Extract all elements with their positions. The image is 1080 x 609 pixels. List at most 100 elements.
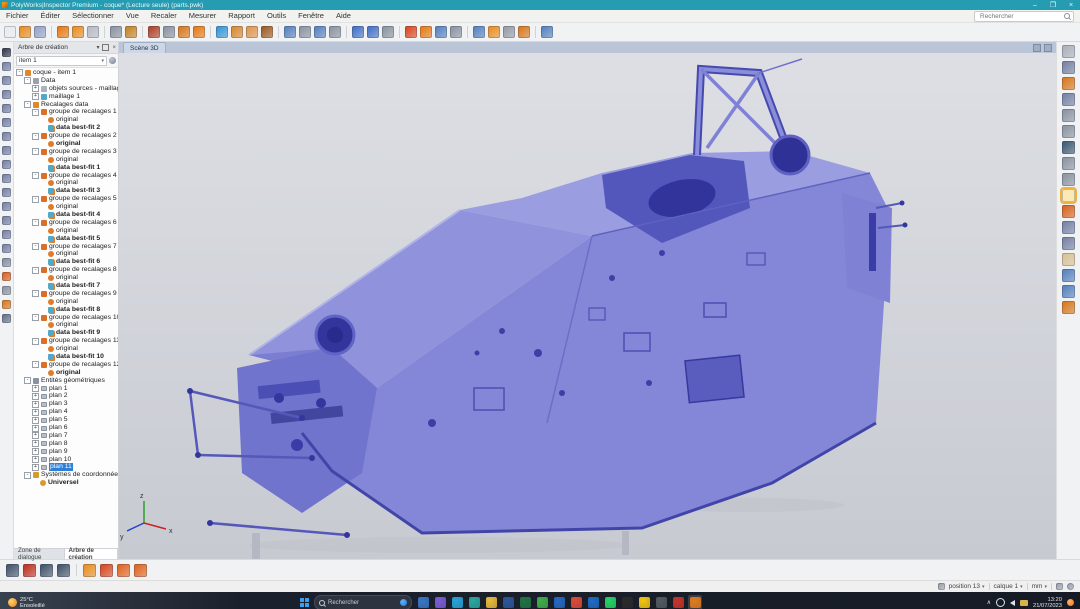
whatsapp-taskbar-icon[interactable] [603, 595, 617, 609]
compare-objects-icon[interactable] [1062, 189, 1075, 202]
probe-device-icon[interactable] [352, 26, 364, 38]
pen-probe-icon[interactable] [261, 26, 273, 38]
tree-item[interactable]: -Recalages data [14, 101, 118, 109]
video-play-icon[interactable] [473, 26, 485, 38]
navigate-wheel-icon[interactable] [1062, 125, 1075, 138]
tree-item[interactable]: original [14, 298, 118, 306]
start-button[interactable] [300, 598, 310, 608]
tree-item[interactable]: +maillage 1 [14, 93, 118, 101]
portrait-view-icon[interactable] [1062, 269, 1075, 282]
collapse-icon[interactable]: - [32, 148, 39, 155]
scan-patch-icon[interactable] [231, 26, 243, 38]
outlook-taskbar-icon[interactable] [586, 595, 600, 609]
tree-item[interactable]: data best-fit 3 [14, 187, 118, 195]
file-explorer-taskbar-icon[interactable] [484, 595, 498, 609]
ellipse-icon[interactable] [2, 118, 11, 127]
tab-arbre-de-creation[interactable]: Arbre de création [65, 549, 118, 559]
tree-item[interactable]: data best-fit 7 [14, 282, 118, 290]
check-list-icon[interactable] [405, 26, 417, 38]
polyworks-workspace-taskbar-icon[interactable] [671, 595, 685, 609]
tree-item[interactable]: original [14, 322, 118, 330]
copilot-taskbar-icon[interactable] [433, 595, 447, 609]
menu-selectionner[interactable]: Sélectionner [66, 10, 120, 22]
cylinder-icon[interactable] [2, 174, 11, 183]
expand-icon[interactable]: + [32, 425, 39, 432]
tree-item[interactable]: +plan 4 [14, 408, 118, 416]
dashed-line-icon[interactable] [2, 272, 11, 281]
annotate-flag-icon[interactable] [1062, 205, 1075, 218]
probe-device-alt-icon[interactable] [367, 26, 379, 38]
tree-item[interactable]: -groupe de recalages 2 [14, 132, 118, 140]
bestfit-arrow-icon[interactable] [193, 26, 205, 38]
tree-item[interactable]: -groupe de recalages 10 [14, 314, 118, 322]
panel-close-icon[interactable]: × [112, 45, 116, 51]
expand-icon[interactable]: + [32, 85, 39, 92]
slot-icon[interactable] [2, 160, 11, 169]
device-tool-b-icon[interactable] [134, 564, 147, 577]
collapse-icon[interactable]: - [32, 196, 39, 203]
tree-item[interactable]: +plan 8 [14, 440, 118, 448]
expand-icon[interactable]: + [32, 440, 39, 447]
menu-recaler[interactable]: Recaler [145, 10, 183, 22]
volume-icon[interactable] [1010, 600, 1015, 606]
report-list-icon[interactable] [518, 26, 530, 38]
tray-chevron-icon[interactable]: ∧ [987, 599, 991, 606]
tree-item[interactable]: +plan 2 [14, 393, 118, 401]
align-object-icon[interactable] [1062, 77, 1075, 90]
snapshot-camera-icon[interactable] [450, 26, 462, 38]
save-icon[interactable] [34, 26, 46, 38]
new-file-icon[interactable] [4, 26, 16, 38]
probe-tool-icon[interactable] [1062, 221, 1075, 234]
tree-item[interactable]: -Systèmes de coordonnées [14, 471, 118, 479]
polygon-icon[interactable] [2, 146, 11, 155]
tree-item[interactable]: data best-fit 4 [14, 211, 118, 219]
minimize-icon[interactable]: – [1030, 1, 1040, 10]
expand-icon[interactable]: + [32, 456, 39, 463]
network-icon[interactable] [996, 598, 1005, 607]
edge-browser-taskbar-icon[interactable] [450, 595, 464, 609]
tree-item[interactable]: -groupe de recalages 9 [14, 290, 118, 298]
menu-outils[interactable]: Outils [261, 10, 292, 22]
line-icon[interactable] [2, 62, 11, 71]
open-folder-icon[interactable] [19, 26, 31, 38]
tree-item[interactable]: Universel [14, 479, 118, 487]
tree-item[interactable]: original [14, 345, 118, 353]
tree-item[interactable]: original [14, 140, 118, 148]
color-globe-icon[interactable] [216, 26, 228, 38]
expand-icon[interactable]: + [32, 464, 39, 471]
app-green-taskbar-icon[interactable] [535, 595, 549, 609]
collapse-icon[interactable]: - [32, 243, 39, 250]
collapse-icon[interactable]: - [32, 172, 39, 179]
dot-check-icon[interactable] [100, 564, 113, 577]
probe-plus-icon[interactable] [6, 564, 19, 577]
tree-item[interactable]: +plan 5 [14, 416, 118, 424]
pan-icon[interactable] [1056, 583, 1063, 590]
expand-icon[interactable]: + [32, 401, 39, 408]
visibility-eye-icon[interactable] [1062, 141, 1075, 154]
layer-select[interactable]: calque 1 ▾ [994, 583, 1023, 590]
tree-item[interactable]: -groupe de recalages 8 [14, 266, 118, 274]
menu-vue[interactable]: Vue [120, 10, 145, 22]
compare-tool-icon[interactable] [2, 314, 11, 323]
expand-icon[interactable]: + [32, 393, 39, 400]
piece-selector[interactable]: item 1 ▾ [16, 56, 107, 66]
tree-item[interactable]: +plan 9 [14, 448, 118, 456]
color-pick-icon[interactable] [2, 300, 11, 309]
point-icon[interactable] [2, 48, 11, 57]
scene-close-icon[interactable] [1044, 44, 1052, 52]
tree-item[interactable]: data best-fit 9 [14, 329, 118, 337]
units-select[interactable]: mm ▾ [1032, 583, 1047, 590]
points-grid-icon[interactable] [163, 26, 175, 38]
claw-icon[interactable] [246, 26, 258, 38]
patch-surface-icon[interactable] [1062, 285, 1075, 298]
tree-item[interactable]: +plan 7 [14, 432, 118, 440]
zoom-in-icon[interactable] [1062, 109, 1075, 122]
command-search[interactable] [974, 11, 1074, 22]
tree-item[interactable]: data best-fit 2 [14, 124, 118, 132]
sphere-icon[interactable] [2, 216, 11, 225]
expand-icon[interactable]: + [32, 409, 39, 416]
menu-mesurer[interactable]: Mesurer [183, 10, 223, 22]
tree-item[interactable]: +plan 3 [14, 400, 118, 408]
collapse-icon[interactable]: - [32, 219, 39, 226]
magnifier-icon[interactable] [299, 26, 311, 38]
